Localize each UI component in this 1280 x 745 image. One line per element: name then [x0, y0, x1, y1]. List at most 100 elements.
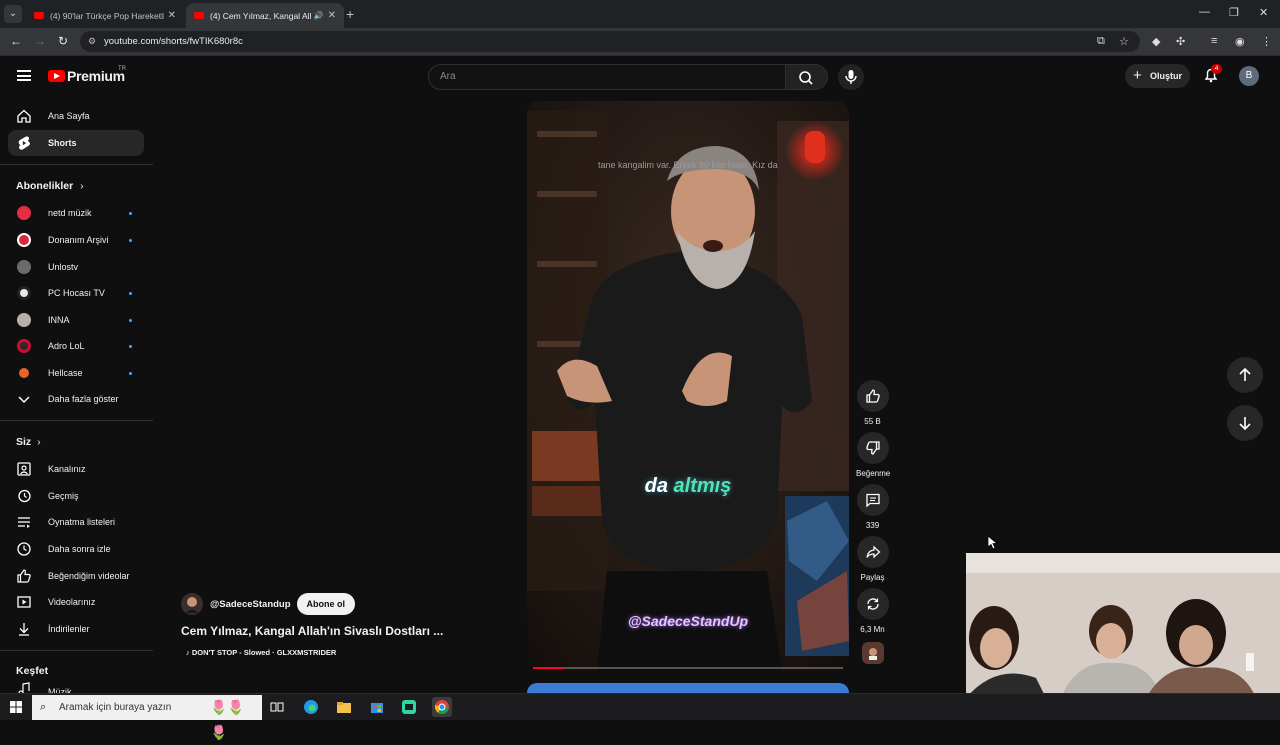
sidebar-item-playlists[interactable]: Oynatma listeleri	[8, 509, 144, 535]
voice-search-button[interactable]	[838, 64, 864, 90]
sidebar-item-history[interactable]: Geçmiş	[8, 483, 144, 509]
sidebar-item-subscription[interactable]: INNA	[8, 307, 144, 333]
windows-start-icon[interactable]	[7, 698, 25, 716]
tab-search-button[interactable]: ⌄	[4, 5, 22, 23]
channel-watermark: @SadeceStandUp	[627, 613, 749, 629]
sidebar-item-watch-later[interactable]: Daha sonra izle	[8, 536, 144, 562]
sidebar-item-subscription[interactable]: PC Hocası TV	[8, 280, 144, 306]
sidebar-item-subscription[interactable]: netd müzik	[8, 200, 144, 226]
browser-tab-active[interactable]: (4) Cem Yılmaz, Kangal Allah' 🔊 ✕	[186, 3, 344, 28]
restore-icon[interactable]: ❐	[1229, 6, 1239, 19]
sidebar-item-your-videos[interactable]: Videolarınız	[8, 589, 144, 615]
explore-heading: Keşfet	[16, 665, 49, 677]
sidebar-item-subscription[interactable]: Donanım Arşivi	[8, 227, 144, 253]
close-tab-icon[interactable]: ✕	[328, 10, 336, 21]
next-short-button[interactable]	[1227, 405, 1263, 441]
microphone-icon	[845, 70, 857, 84]
taskbar-search-input[interactable]: ⌕ Aramak için buraya yazın 🌷🌷🌷	[32, 695, 262, 740]
remix-button[interactable]: 6,3 Mn	[856, 588, 889, 634]
extension-diamond-icon[interactable]: ◆	[1152, 35, 1160, 48]
webcam-people-image	[966, 553, 1280, 698]
your-videos-icon	[16, 594, 32, 610]
microsoft-store-icon[interactable]	[368, 698, 386, 716]
minimize-icon[interactable]: —	[1199, 6, 1210, 18]
sidebar-item-home[interactable]: Ana Sayfa	[8, 103, 144, 129]
download-icon	[16, 621, 32, 637]
close-window-icon[interactable]: ✕	[1259, 6, 1268, 19]
edge-browser-icon[interactable]	[302, 698, 320, 716]
address-bar[interactable]: ⚙ youtube.com/shorts/fwTIK680r8c	[80, 31, 1140, 52]
channel-avatar[interactable]	[181, 593, 203, 615]
browser-tab-strip: ⌄ (4) 90'lar Türkçe Pop Hareketli ✕ (4) …	[0, 0, 1280, 28]
file-explorer-icon[interactable]	[335, 698, 353, 716]
subscribe-button[interactable]: Abone ol	[296, 593, 356, 615]
subscriptions-heading[interactable]: Abonelikler ›	[16, 180, 84, 192]
channel-avatar-netd	[16, 205, 32, 221]
new-tab-button[interactable]: +	[346, 6, 354, 22]
sidebar-item-your-channel[interactable]: Kanalınız	[8, 456, 144, 482]
previous-short-button[interactable]	[1227, 357, 1263, 393]
sidebar-divider	[0, 650, 153, 651]
sidebar-item-subscription[interactable]: Adro LoL	[8, 333, 144, 359]
sidebar-item-label: Unlostv	[48, 262, 79, 272]
sidebar-item-shorts[interactable]: Shorts	[8, 130, 144, 156]
next-short-preview[interactable]	[527, 683, 849, 693]
menu-icon[interactable]	[17, 70, 31, 81]
video-frame	[527, 101, 849, 671]
new-content-dot	[129, 212, 132, 215]
sidebar-item-label: Ana Sayfa	[48, 111, 90, 121]
dislike-button[interactable]: Beğenme	[856, 432, 890, 478]
create-button[interactable]: + Oluştur	[1125, 64, 1190, 88]
reload-icon[interactable]: ↻	[58, 34, 68, 48]
app-icon-green[interactable]	[400, 698, 418, 716]
comments-button[interactable]: 339	[856, 484, 889, 530]
chrome-menu-icon[interactable]: ⋮	[1261, 35, 1272, 48]
channel-handle[interactable]: @SadeceStandup	[210, 599, 291, 610]
sidebar-item-label: Adro LoL	[48, 341, 85, 351]
notifications-button[interactable]: 4	[1202, 64, 1222, 84]
sidebar-item-subscription[interactable]: Unlostv	[8, 254, 144, 280]
shorts-video-player[interactable]: tane kangalim var. Erkek 90 kilo falan. …	[527, 101, 849, 671]
sidebar-item-subscription[interactable]: Hellcase	[8, 360, 144, 386]
media-controls-icon[interactable]: ≡	[1211, 35, 1217, 47]
video-progress-bar[interactable]	[533, 667, 843, 669]
browser-toolbar: ← → ↻ ⚙ youtube.com/shorts/fwTIK680r8c ⧉…	[0, 28, 1280, 56]
forward-icon[interactable]: →	[34, 34, 46, 48]
browser-tab[interactable]: (4) 90'lar Türkçe Pop Hareketli ✕	[26, 3, 184, 28]
youtube-header: Premium TR Ara + Oluştur 4 B	[0, 56, 1280, 98]
video-title[interactable]: Cem Yılmaz, Kangal Allah'ın Sivaslı Dost…	[181, 624, 443, 638]
audio-playing-icon[interactable]: 🔊	[314, 11, 324, 20]
new-content-dot	[129, 345, 132, 348]
search-input[interactable]: Ara	[428, 64, 786, 90]
sidebar-item-liked-videos[interactable]: Beğendiğim videolar	[8, 563, 144, 589]
show-more-button[interactable]: Daha fazla göster	[8, 386, 144, 412]
task-view-icon[interactable]	[268, 698, 286, 716]
chrome-icon[interactable]	[432, 697, 452, 717]
sidebar-item-label: Daha sonra izle	[48, 544, 111, 554]
you-heading[interactable]: Siz ›	[16, 436, 41, 448]
watch-later-icon	[16, 541, 32, 557]
channel-avatar-hellcase	[16, 365, 32, 381]
share-button[interactable]: Paylaş	[856, 536, 889, 582]
install-app-icon[interactable]: ⧉	[1097, 35, 1105, 48]
youtube-premium-logo[interactable]: Premium TR	[48, 66, 126, 84]
notification-badge: 4	[1211, 64, 1222, 74]
profile-icon[interactable]: ◉	[1235, 35, 1245, 48]
bookmark-star-icon[interactable]: ☆	[1119, 35, 1129, 48]
site-info-icon[interactable]: ⚙	[88, 31, 96, 52]
audio-source-thumbnail[interactable]	[856, 642, 889, 664]
sidebar-item-label: Geçmiş	[48, 491, 79, 501]
account-avatar[interactable]: B	[1239, 66, 1259, 86]
sidebar-item-label: Oynatma listeleri	[48, 517, 116, 527]
close-tab-icon[interactable]: ✕	[168, 10, 176, 21]
sidebar-item-label: Beğendiğim videolar	[48, 571, 130, 581]
arrow-down-icon	[1239, 417, 1251, 431]
search-button[interactable]	[786, 64, 828, 90]
sidebar-item-label: İndirilenler	[48, 624, 90, 634]
sidebar-item-downloads[interactable]: İndirilenler	[8, 616, 144, 642]
back-icon[interactable]: ←	[10, 34, 22, 48]
caption-highlight-word: altmış	[673, 475, 732, 497]
music-link[interactable]: ♪ DON'T STOP - Slowed · GLXXMSTRIDER	[186, 648, 336, 657]
extensions-puzzle-icon[interactable]: ✣	[1176, 35, 1185, 48]
like-button[interactable]: 55 B	[856, 380, 889, 426]
